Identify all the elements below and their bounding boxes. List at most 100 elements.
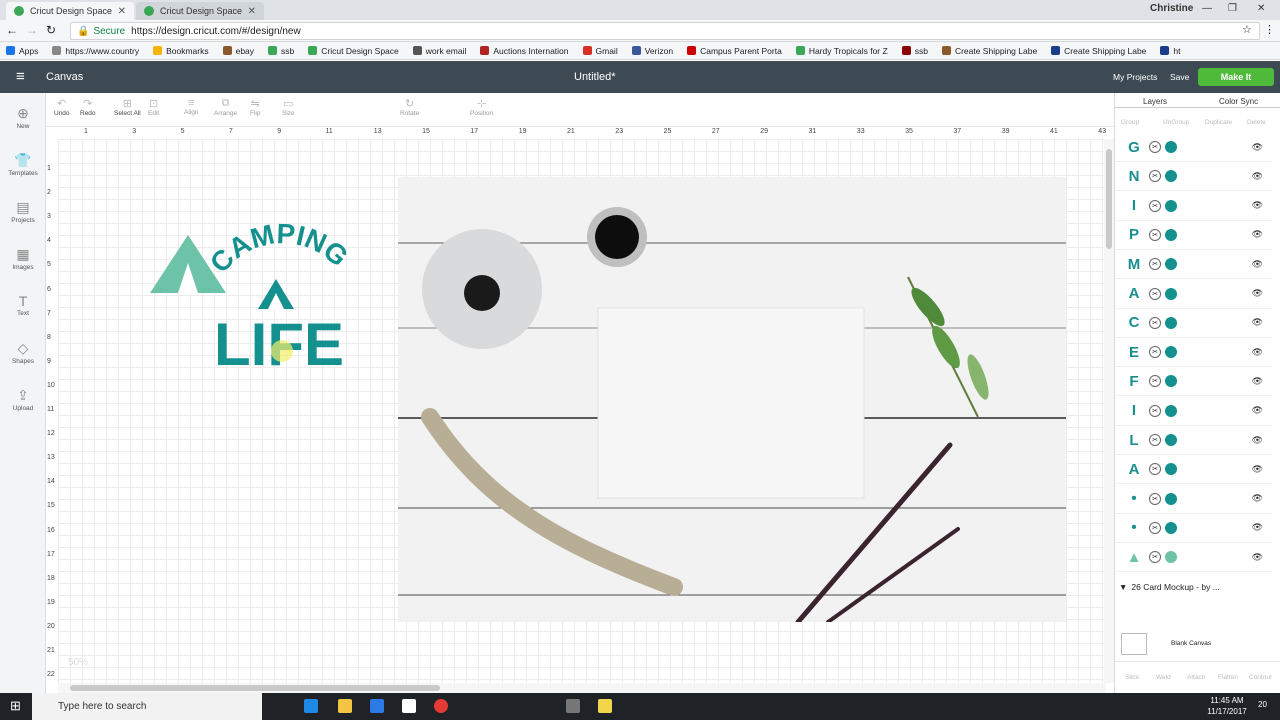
tool-new[interactable]: ⊕ New [0, 105, 46, 130]
layer-row[interactable]: • ✂ 👁 [1115, 514, 1273, 543]
layer-color-swatch[interactable] [1165, 492, 1177, 505]
cut-operation-icon[interactable]: ✂ [1149, 228, 1161, 241]
cut-operation-icon[interactable]: ✂ [1149, 463, 1161, 476]
maximize-icon[interactable]: ❐ [1228, 3, 1237, 14]
visibility-eye-icon[interactable]: 👁 [1252, 376, 1263, 387]
edge-icon[interactable] [304, 699, 318, 713]
minimize-icon[interactable]: — [1202, 3, 1212, 14]
layer-row[interactable]: C ✂ 👁 [1115, 309, 1273, 338]
layer-color-swatch[interactable] [1165, 199, 1177, 212]
collapse-icon[interactable]: ▼ [1119, 582, 1127, 592]
forward-icon[interactable]: → [26, 23, 38, 37]
browser-tab[interactable]: Cricut Design Space ✕ [136, 2, 264, 20]
layer-row[interactable]: G ✂ 👁 [1115, 133, 1273, 162]
horizontal-scrollbar[interactable] [58, 683, 1106, 693]
card-mockup-image[interactable] [398, 177, 1066, 622]
vertical-scrollbar[interactable] [1104, 139, 1114, 683]
bookmark-item[interactable]: Cricut Design Space [302, 46, 399, 56]
visibility-eye-icon[interactable]: 👁 [1252, 288, 1263, 299]
edit-tool-undo[interactable]: ↶ Undo [54, 97, 70, 117]
back-icon[interactable]: ← [6, 23, 18, 37]
cut-operation-icon[interactable]: ✂ [1149, 170, 1161, 183]
action-weld[interactable]: Weld [1156, 674, 1171, 681]
bookmark-item[interactable]: https://www.country [46, 46, 139, 56]
layer-row[interactable]: F ✂ 👁 [1115, 367, 1273, 397]
blank-canvas-swatch[interactable] [1121, 633, 1147, 655]
tab-color-sync[interactable]: Color Sync [1219, 97, 1258, 106]
layer-row[interactable]: I ✂ 👁 [1115, 192, 1273, 221]
tool-shapes[interactable]: ◇ Shapes [0, 340, 46, 365]
make-it-button[interactable]: Make It [1198, 68, 1274, 86]
file-explorer-icon[interactable] [338, 699, 352, 713]
layer-row[interactable]: A ✂ 👁 [1115, 455, 1273, 485]
window-close-icon[interactable]: ✕ [1257, 3, 1265, 14]
layer-color-swatch[interactable] [1165, 434, 1177, 446]
visibility-eye-icon[interactable]: 👁 [1252, 435, 1263, 446]
visibility-eye-icon[interactable]: 👁 [1252, 347, 1263, 358]
taskbar-search[interactable]: Type here to search [32, 693, 262, 720]
panel-action-duplicate[interactable]: Duplicate [1205, 119, 1232, 126]
cut-operation-icon[interactable]: ✂ [1149, 434, 1161, 446]
layer-color-swatch[interactable] [1165, 228, 1177, 241]
bookmark-item[interactable]: ssb [896, 46, 928, 56]
edit-tool-arrange[interactable]: ⧉ Arrange [214, 97, 237, 117]
layer-color-swatch[interactable] [1165, 521, 1177, 534]
bookmark-item[interactable]: Gmail [577, 46, 618, 56]
windows-start-icon[interactable]: ⊞ [10, 698, 21, 714]
bookmark-item[interactable]: Create Shipping Labe [1045, 46, 1146, 56]
visibility-eye-icon[interactable]: 👁 [1252, 552, 1263, 563]
edit-tool-align[interactable]: ≡ Align [184, 97, 198, 116]
action-slice[interactable]: Slice [1125, 674, 1139, 681]
star-icon[interactable]: ☆ [1242, 23, 1252, 36]
v-scroll-thumb[interactable] [1106, 149, 1112, 249]
layer-group[interactable]: ▼ 26 Card Mockup - by ... [1115, 577, 1273, 597]
panel-action-delete[interactable]: Delete [1247, 119, 1266, 126]
visibility-eye-icon[interactable]: 👁 [1252, 522, 1263, 533]
tab-layers[interactable]: Layers [1143, 97, 1167, 106]
browser-tab-active[interactable]: Cricut Design Space ✕ [6, 2, 134, 20]
bookmark-item[interactable]: Campus Parent Porta [681, 46, 782, 56]
zoom-level[interactable]: 50% [68, 657, 88, 668]
notifications-badge[interactable]: 20 [1258, 700, 1267, 709]
edit-tool-size[interactable]: ▭ Size [282, 97, 295, 117]
camping-life-design[interactable]: CAMPING LIFE [148, 215, 358, 370]
edit-tool-select-all[interactable]: ⊞ Select All [114, 97, 141, 117]
layer-row[interactable]: P ✂ 👁 [1115, 221, 1273, 250]
bookmark-item[interactable]: work email [407, 46, 466, 56]
tool-upload[interactable]: ⇪ Upload [0, 387, 46, 412]
bookmark-item[interactable]: ebay [217, 46, 254, 56]
cut-operation-icon[interactable]: ✂ [1149, 316, 1161, 329]
edit-tool-position[interactable]: ⊹ Position [470, 97, 493, 117]
layer-row[interactable]: ▲ ✂ 👁 [1115, 543, 1273, 573]
visibility-eye-icon[interactable]: 👁 [1252, 171, 1263, 182]
menu-dots-icon[interactable]: ⋮ [1264, 23, 1275, 36]
h-scroll-thumb[interactable] [70, 685, 440, 691]
amazon-icon[interactable] [402, 699, 416, 713]
app-icon[interactable] [566, 699, 580, 713]
layer-color-swatch[interactable] [1165, 346, 1177, 359]
edit-tool-edit[interactable]: ⊡ Edit [148, 97, 159, 117]
visibility-eye-icon[interactable]: 👁 [1252, 142, 1263, 153]
save-button[interactable]: Save [1170, 72, 1189, 82]
visibility-eye-icon[interactable]: 👁 [1252, 405, 1263, 416]
store-icon[interactable] [370, 699, 384, 713]
action-attach[interactable]: Attach [1187, 674, 1205, 681]
cut-operation-icon[interactable]: ✂ [1149, 199, 1161, 212]
cut-operation-icon[interactable]: ✂ [1149, 492, 1161, 505]
layer-row[interactable]: A ✂ 👁 [1115, 280, 1273, 309]
bookmark-item[interactable]: Verizon [626, 46, 673, 56]
layer-color-swatch[interactable] [1165, 375, 1177, 388]
clock-date[interactable]: 11/17/2017 [1202, 707, 1252, 716]
layer-color-swatch[interactable] [1165, 141, 1177, 153]
bookmark-item[interactable]: ht [1154, 46, 1181, 56]
tool-projects[interactable]: ▤ Projects [0, 199, 46, 224]
bookmark-item[interactable]: Create Shipping Labe [936, 46, 1037, 56]
url-field[interactable]: 🔒 Secure https://design.cricut.com/#/des… [70, 22, 1260, 40]
layer-color-swatch[interactable] [1165, 551, 1177, 564]
cut-operation-icon[interactable]: ✂ [1149, 258, 1161, 271]
bookmark-item[interactable]: ssb [262, 46, 294, 56]
edit-tool-redo[interactable]: ↷ Redo [80, 97, 96, 117]
panel-action-group[interactable]: Group [1121, 119, 1139, 126]
action-flatten[interactable]: Flatten [1218, 674, 1238, 681]
clock-time[interactable]: 11:45 AM [1202, 696, 1252, 705]
